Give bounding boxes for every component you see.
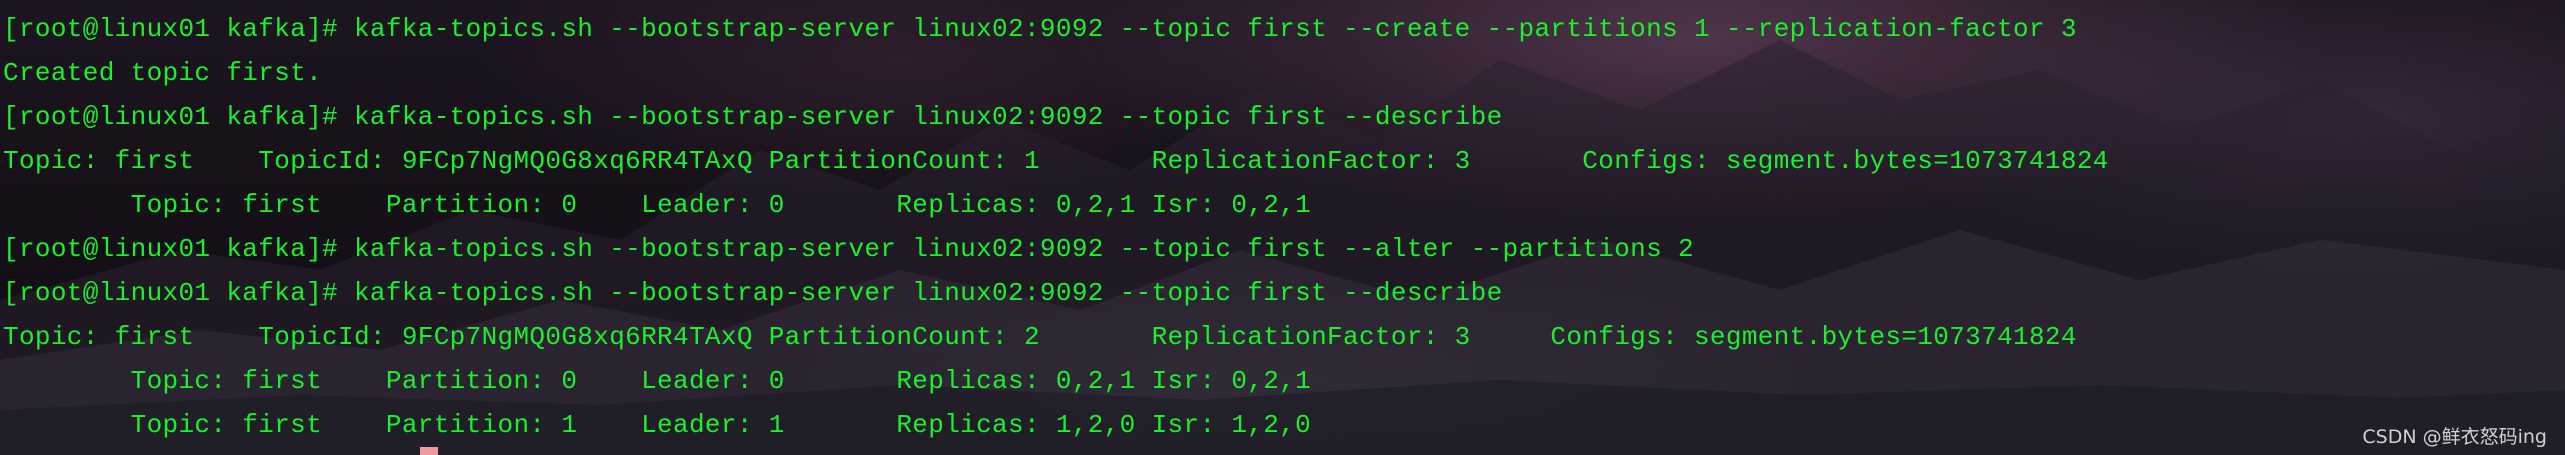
output-line: Topic: first TopicId: 9FCp7NgMQ0G8xq6RR4… xyxy=(3,322,2077,352)
watermark: CSDN @鲜衣怒码ing xyxy=(2362,426,2547,448)
command-line: [root@linux01 kafka]# kafka-topics.sh --… xyxy=(3,14,2077,44)
command-line: [root@linux01 kafka]# kafka-topics.sh --… xyxy=(3,102,1503,132)
output-line: Topic: first TopicId: 9FCp7NgMQ0G8xq6RR4… xyxy=(3,146,2109,176)
output-line: Topic: first Partition: 1 Leader: 1 Repl… xyxy=(3,410,1312,440)
terminal-output[interactable]: [root@linux01 kafka]# kafka-topics.sh --… xyxy=(0,0,2565,455)
output-line: Topic: first Partition: 0 Leader: 0 Repl… xyxy=(3,366,1312,396)
command-line: [root@linux01 kafka]# kafka-topics.sh --… xyxy=(3,234,1694,264)
command-line: [root@linux01 kafka]# kafka-topics.sh --… xyxy=(3,278,1503,308)
terminal-cursor xyxy=(420,447,438,455)
output-line: Created topic first. xyxy=(3,58,323,88)
output-line: Topic: first Partition: 0 Leader: 0 Repl… xyxy=(3,190,1312,220)
